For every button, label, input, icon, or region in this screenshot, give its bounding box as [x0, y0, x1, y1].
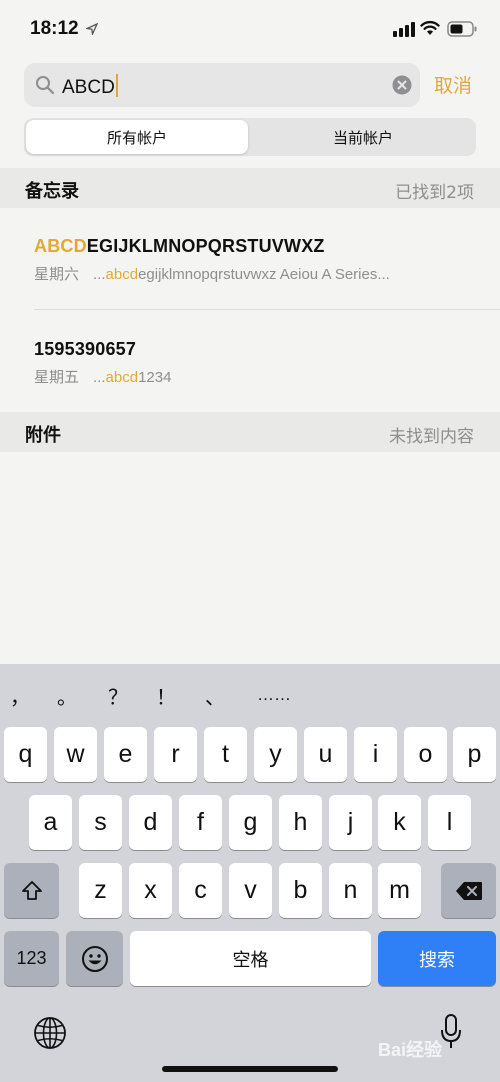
emoji-key[interactable] — [66, 931, 123, 986]
snippet-highlight: abcd — [105, 266, 139, 283]
status-time: 18:12 — [30, 18, 79, 39]
wifi-icon — [420, 20, 440, 35]
key-b[interactable]: b — [279, 863, 322, 918]
note-date: 星期五 — [34, 368, 80, 386]
cellular-signal-icon — [393, 22, 415, 37]
candidate-period[interactable]: 。 — [57, 681, 77, 710]
snippet-rest: 1234 — [138, 369, 172, 386]
key-o[interactable]: o — [404, 727, 447, 782]
note-subtitle: 星期六 ...abcdegijklmnopqrstuvwxz Aeiou A Se… — [34, 263, 390, 284]
key-q[interactable]: q — [4, 727, 47, 782]
key-f[interactable]: f — [179, 795, 222, 850]
note-date: 星期六 — [34, 265, 80, 283]
numbers-key[interactable]: 123 — [4, 931, 59, 986]
key-d[interactable]: d — [129, 795, 172, 850]
divider — [34, 309, 500, 310]
key-r[interactable]: r — [154, 727, 197, 782]
search-key[interactable]: 搜索 — [378, 931, 496, 986]
key-c[interactable]: c — [179, 863, 222, 918]
keyboard: ， 。 ？ ！ 、 …… q w e r t y u i o p a s d f… — [0, 664, 500, 1082]
note-subtitle: 星期五 ...abcd1234 — [34, 366, 171, 387]
key-y[interactable]: y — [254, 727, 297, 782]
key-h[interactable]: h — [279, 795, 322, 850]
key-e[interactable]: e — [104, 727, 147, 782]
watermark: Bai经验 — [378, 1040, 443, 1060]
notes-section-title: 备忘录 — [25, 181, 79, 202]
text-cursor — [115, 74, 118, 97]
space-key[interactable]: 空格 — [130, 931, 371, 986]
key-v[interactable]: v — [229, 863, 272, 918]
key-i[interactable]: i — [354, 727, 397, 782]
microphone-icon[interactable] — [440, 1014, 462, 1050]
note-result-2[interactable]: 1595390657 星期五 ...abcd1234 — [0, 311, 500, 411]
segment-all-accounts[interactable]: 所有帐户 — [26, 120, 248, 154]
search-query: ABCD — [62, 77, 115, 98]
clear-icon[interactable] — [392, 75, 412, 95]
snippet-prefix: ... — [93, 266, 106, 283]
globe-icon[interactable] — [33, 1016, 67, 1050]
shift-icon — [21, 880, 42, 900]
attachments-section-title: 附件 — [25, 425, 61, 446]
key-k[interactable]: k — [378, 795, 421, 850]
key-z[interactable]: z — [79, 863, 122, 918]
note-title: 1595390657 — [34, 339, 137, 359]
notes-section-header: 备忘录 已找到2项 — [0, 168, 500, 208]
cancel-button[interactable]: 取消 — [434, 71, 472, 98]
segment-current-account[interactable]: 当前帐户 — [252, 120, 474, 154]
key-n[interactable]: n — [329, 863, 372, 918]
key-l[interactable]: l — [428, 795, 471, 850]
battery-icon — [447, 21, 477, 37]
candidate-comma[interactable]: ， — [10, 681, 30, 710]
candidate-ellipsis[interactable]: …… — [257, 685, 291, 705]
shift-key[interactable] — [4, 863, 59, 918]
account-scope-segmented-control: 所有帐户 当前帐户 — [24, 118, 476, 156]
key-u[interactable]: u — [304, 727, 347, 782]
location-icon — [86, 23, 98, 35]
snippet-rest: egijklmnopqrstuvwxz Aeiou A Series... — [138, 266, 390, 283]
key-g[interactable]: g — [229, 795, 272, 850]
search-icon — [36, 76, 55, 95]
key-w[interactable]: w — [54, 727, 97, 782]
key-t[interactable]: t — [204, 727, 247, 782]
emoji-icon — [81, 945, 108, 972]
search-input[interactable]: ABCD — [62, 74, 118, 99]
attachments-section-header: 附件 未找到内容 — [0, 412, 500, 452]
note-title: ABCDEGIJKLMNOPQRSTUVWXZ — [34, 236, 325, 257]
attachments-status: 未找到内容 — [389, 427, 474, 447]
snippet-highlight: abcd — [105, 369, 139, 386]
key-a[interactable]: a — [29, 795, 72, 850]
candidate-exclamation[interactable]: ！ — [156, 681, 176, 710]
title-highlight: ABCD — [34, 236, 87, 256]
note-result-1[interactable]: ABCDEGIJKLMNOPQRSTUVWXZ 星期六 ...abcdegijkl… — [0, 208, 500, 310]
key-j[interactable]: j — [329, 795, 372, 850]
snippet-prefix: ... — [93, 369, 106, 386]
candidate-enumeration-comma[interactable]: 、 — [205, 681, 225, 710]
delete-key[interactable] — [441, 863, 496, 918]
notes-result-count: 已找到2项 — [395, 183, 474, 203]
search-field[interactable]: ABCD — [24, 63, 420, 107]
key-x[interactable]: x — [129, 863, 172, 918]
candidate-question[interactable]: ？ — [108, 681, 128, 710]
backspace-icon — [455, 881, 482, 900]
key-p[interactable]: p — [453, 727, 496, 782]
home-indicator[interactable] — [162, 1066, 338, 1072]
title-rest: EGIJKLMNOPQRSTUVWXZ — [86, 236, 325, 256]
key-s[interactable]: s — [79, 795, 122, 850]
key-m[interactable]: m — [378, 863, 421, 918]
status-bar: 18:12 — [0, 0, 500, 58]
